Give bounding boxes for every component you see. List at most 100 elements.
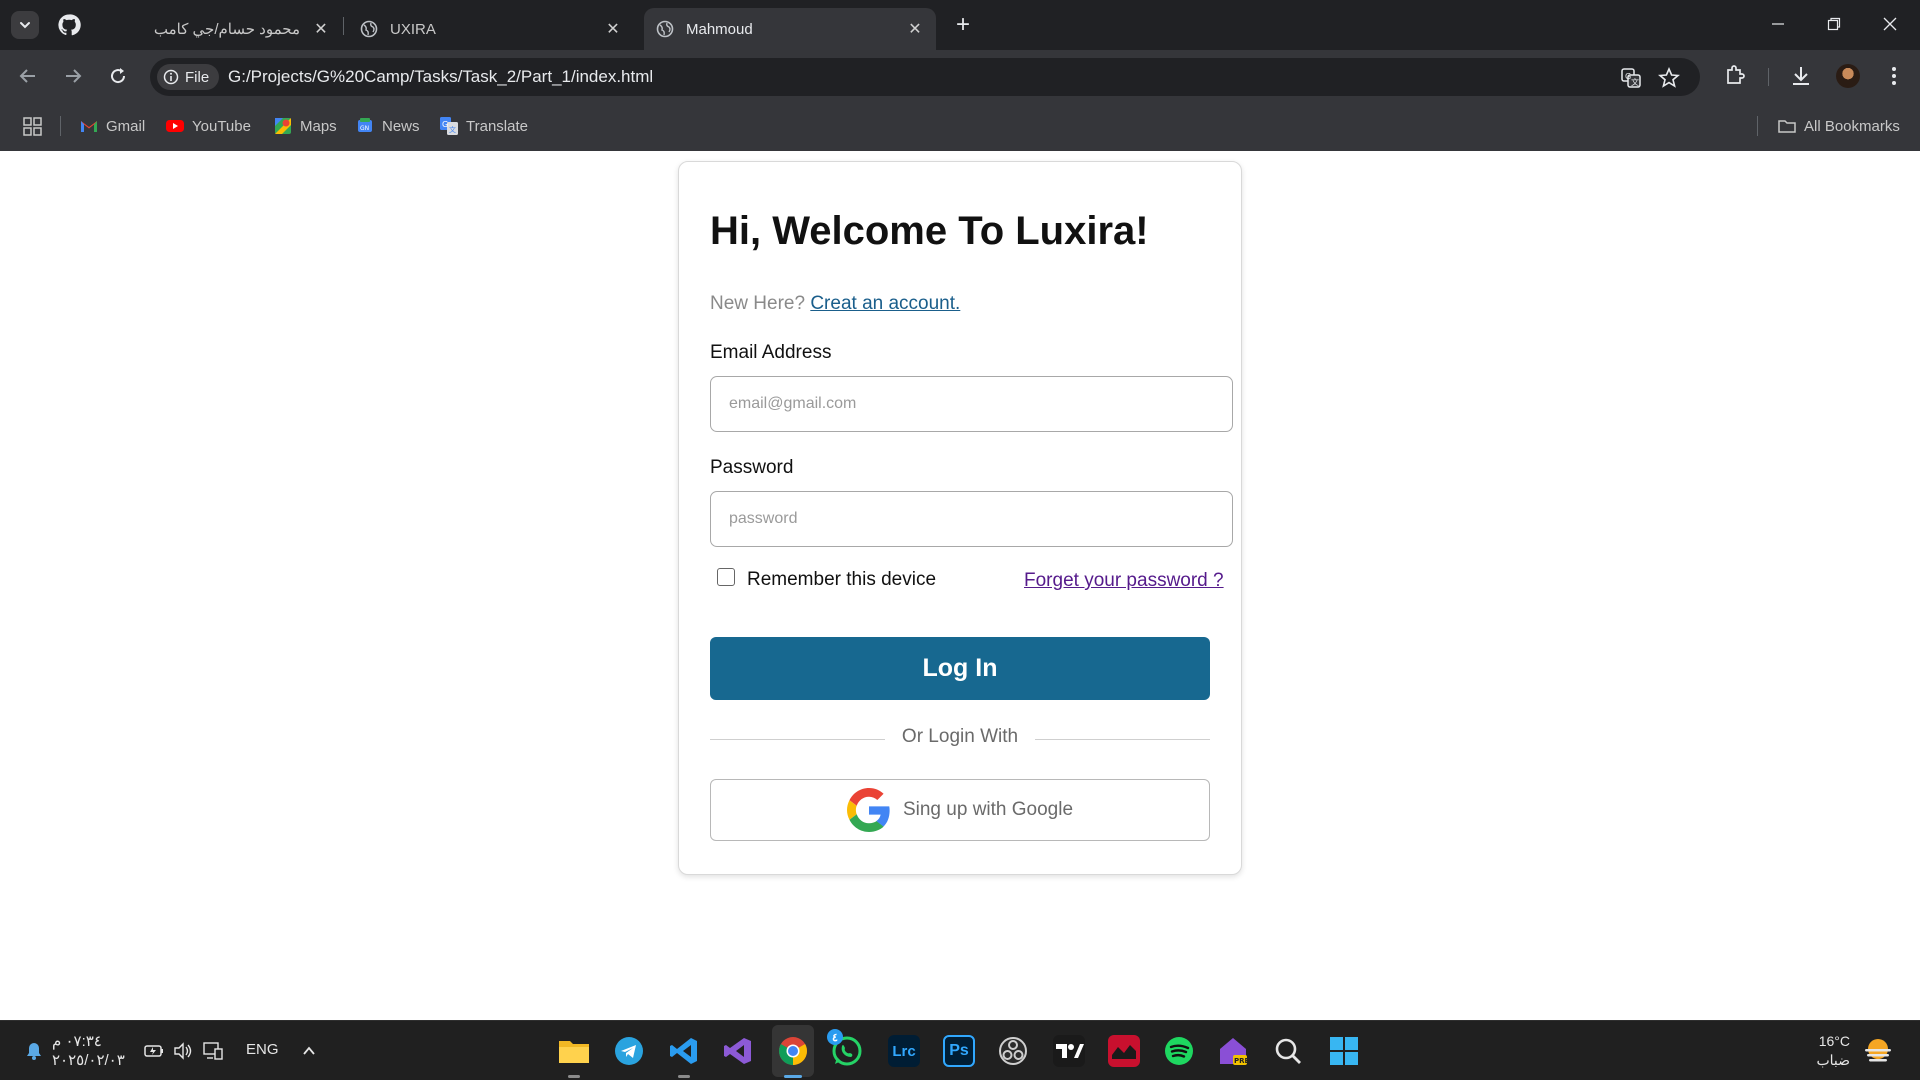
- page-title: Hi, Welcome To Luxira!: [710, 209, 1149, 253]
- tab-2[interactable]: UXIRA ✕: [348, 8, 634, 50]
- login-card: Hi, Welcome To Luxira! New Here? Creat a…: [678, 161, 1242, 875]
- password-label: Password: [710, 457, 794, 478]
- github-icon[interactable]: [57, 13, 81, 37]
- bookmark-youtube[interactable]: YouTube: [166, 117, 251, 135]
- translate-icon: G文: [440, 117, 458, 135]
- input-language[interactable]: ENG: [246, 1041, 279, 1058]
- tab-search-button[interactable]: [11, 11, 39, 39]
- url-text[interactable]: G:/Projects/G%20Camp/Tasks/Task_2/Part_1…: [228, 67, 653, 87]
- network-icon[interactable]: [203, 1041, 223, 1061]
- tab-3-active[interactable]: Mahmoud ✕: [644, 8, 936, 50]
- lightroom-icon: Lrc: [892, 1042, 916, 1060]
- translate-icon[interactable]: G文: [1620, 67, 1642, 89]
- gmail-icon: [81, 121, 97, 132]
- spotify-app[interactable]: [1163, 1035, 1195, 1067]
- bookmark-label: Maps: [300, 117, 337, 135]
- divider-text: Or Login With: [901, 726, 1019, 747]
- chrome-icon: [779, 1037, 807, 1065]
- notion-pre-app[interactable]: PRE: [1217, 1035, 1249, 1067]
- back-button[interactable]: [15, 63, 41, 89]
- clock-date: ٢٠٢٥/٠٢/٠٣: [52, 1052, 125, 1069]
- profile-avatar[interactable]: [1836, 64, 1860, 88]
- whatsapp-app[interactable]: ٤: [827, 1029, 863, 1067]
- minimize-button[interactable]: [1750, 0, 1806, 48]
- divider-line: [1035, 739, 1210, 740]
- restore-button[interactable]: [1806, 0, 1862, 48]
- start-button[interactable]: [1328, 1035, 1360, 1067]
- login-button[interactable]: Log In: [710, 637, 1210, 700]
- tab-1[interactable]: محمود حسام/جي كامب ✕: [142, 8, 342, 50]
- bookmarks-separator: [60, 116, 61, 136]
- anydesk-app[interactable]: [1108, 1035, 1140, 1067]
- file-explorer-app[interactable]: [558, 1035, 590, 1067]
- bookmark-maps[interactable]: Maps: [274, 117, 337, 135]
- extensions-icon[interactable]: [1723, 64, 1747, 88]
- chrome-app[interactable]: [777, 1035, 809, 1067]
- download-icon[interactable]: [1789, 64, 1813, 88]
- close-icon[interactable]: ✕: [604, 19, 622, 39]
- browser-tab-bar: محمود حسام/جي كامب ✕ UXIRA ✕ Mahmoud ✕ +: [0, 0, 1920, 50]
- volume-icon[interactable]: [173, 1042, 193, 1060]
- bookmark-news[interactable]: GN News: [356, 117, 420, 135]
- youtube-icon: [166, 120, 184, 132]
- visual-studio-app[interactable]: [722, 1035, 754, 1067]
- bookmark-gmail[interactable]: Gmail: [80, 117, 145, 135]
- battery-charging-icon[interactable]: [144, 1042, 164, 1060]
- running-indicator: [678, 1075, 690, 1078]
- browser-toolbar: File G:/Projects/G%20Camp/Tasks/Task_2/P…: [0, 50, 1920, 102]
- weather-temp: 16°C: [1818, 1033, 1850, 1049]
- lightroom-app[interactable]: Lrc: [888, 1035, 920, 1067]
- arrow-left-icon: [19, 69, 35, 83]
- new-here-text: New Here?: [710, 293, 806, 314]
- close-window-button[interactable]: [1862, 0, 1918, 48]
- close-icon[interactable]: ✕: [906, 19, 924, 39]
- close-icon[interactable]: ✕: [312, 19, 330, 39]
- windows-logo-icon: [1330, 1037, 1358, 1065]
- forgot-password-link[interactable]: Forget your password ?: [1024, 570, 1224, 592]
- notification-bell-icon[interactable]: [24, 1041, 44, 1061]
- obs-app[interactable]: [997, 1035, 1029, 1067]
- svg-text:文: 文: [449, 125, 456, 134]
- tradingview-app[interactable]: [1053, 1035, 1085, 1067]
- email-field[interactable]: [710, 376, 1233, 432]
- reload-button[interactable]: [105, 63, 131, 89]
- svg-text:G: G: [442, 120, 448, 129]
- remember-checkbox[interactable]: [717, 568, 735, 586]
- system-clock[interactable]: ٠٧:٣٤ م ٢٠٢٥/٠٢/٠٣: [52, 1032, 125, 1070]
- bookmarks-bar: Gmail YouTube Maps GN News G文 Translate …: [0, 102, 1920, 151]
- google-signup-button[interactable]: Sing up with Google: [710, 779, 1210, 841]
- telegram-app[interactable]: [613, 1035, 645, 1067]
- all-bookmarks[interactable]: All Bookmarks: [1778, 117, 1900, 135]
- restore-icon: [1827, 17, 1841, 31]
- notification-badge: ٤: [827, 1029, 843, 1045]
- chevron-up-icon[interactable]: [301, 1043, 317, 1059]
- chevron-down-icon: [20, 22, 30, 29]
- apps-grid-icon[interactable]: [23, 117, 42, 136]
- svg-text:PRE: PRE: [1234, 1057, 1249, 1065]
- bookmark-star-icon[interactable]: [1658, 67, 1680, 89]
- address-bar[interactable]: File G:/Projects/G%20Camp/Tasks/Task_2/P…: [150, 58, 1700, 96]
- page-viewport: Hi, Welcome To Luxira! New Here? Creat a…: [0, 151, 1920, 1020]
- tab-separator: [343, 17, 344, 35]
- svg-text:GN: GN: [360, 125, 369, 132]
- active-indicator: [784, 1075, 802, 1078]
- site-info-chip[interactable]: File: [157, 64, 220, 90]
- weather-fog-icon: [1865, 1039, 1891, 1062]
- new-tab-button[interactable]: +: [949, 11, 977, 39]
- or-divider: Or Login With: [710, 726, 1210, 752]
- photoshop-app[interactable]: Ps: [943, 1035, 975, 1067]
- search-app[interactable]: [1272, 1035, 1304, 1067]
- site-info-label: File: [185, 68, 210, 86]
- spotify-icon: [1165, 1037, 1193, 1065]
- google-icon: [846, 788, 890, 832]
- weather-widget[interactable]: 16°C ضباب: [1790, 1032, 1850, 1070]
- menu-kebab-icon[interactable]: [1882, 64, 1906, 88]
- bookmark-translate[interactable]: G文 Translate: [440, 117, 528, 135]
- create-account-link[interactable]: Creat an account.: [810, 293, 960, 314]
- bookmark-label: News: [382, 117, 420, 135]
- password-field[interactable]: [710, 491, 1233, 547]
- forward-button[interactable]: [60, 63, 86, 89]
- remember-label: Remember this device: [747, 569, 937, 590]
- remember-device[interactable]: Remember this device: [717, 568, 937, 591]
- vscode-app[interactable]: [668, 1035, 700, 1067]
